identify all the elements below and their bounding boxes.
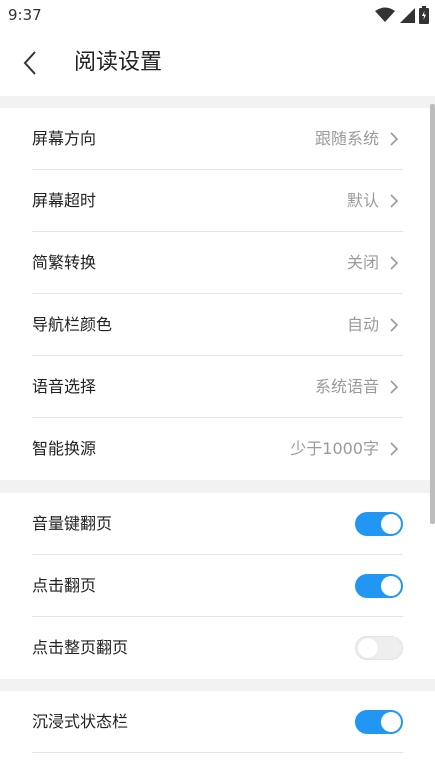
page-title: 阅读设置	[74, 50, 163, 75]
setting-navbar-color[interactable]: 导航栏颜色 自动	[32, 294, 403, 356]
setting-label: 点击整页翻页	[32, 638, 129, 657]
setting-label: 屏幕方向	[32, 129, 97, 148]
toggle-knob	[381, 514, 401, 534]
back-button[interactable]	[18, 49, 46, 77]
settings-group-page-turn: 音量键翻页 点击翻页 点击整页翻页	[0, 493, 430, 679]
setting-label: 智能换源	[32, 439, 97, 458]
chevron-right-icon	[390, 380, 399, 394]
setting-label: 简繁转换	[32, 253, 97, 272]
battery-icon	[419, 6, 429, 24]
setting-immersive-status-bar: 沉浸式状态栏	[32, 691, 403, 753]
back-arrow-icon	[23, 51, 36, 75]
toggle-knob	[358, 638, 378, 658]
tap-full-page-turn-toggle[interactable]	[355, 636, 403, 660]
setting-label: 点击翻页	[32, 576, 97, 595]
setting-value: 少于1000字	[290, 439, 379, 458]
status-bar: 9:37	[0, 0, 435, 30]
setting-volume-key-turn: 音量键翻页	[32, 493, 403, 555]
setting-label: 语音选择	[32, 377, 97, 396]
tap-turn-toggle[interactable]	[355, 574, 403, 598]
setting-value: 自动	[346, 315, 379, 334]
chevron-right-icon	[390, 194, 399, 208]
toggle-knob	[381, 712, 401, 732]
section-divider	[0, 96, 435, 108]
setting-tap-turn: 点击翻页	[32, 555, 403, 617]
setting-chinese-conversion[interactable]: 简繁转换 关闭	[32, 232, 403, 294]
setting-screen-timeout[interactable]: 屏幕超时 默认	[32, 170, 403, 232]
setting-label: 导航栏颜色	[32, 315, 113, 334]
volume-key-turn-toggle[interactable]	[355, 512, 403, 536]
setting-label: 音量键翻页	[32, 514, 113, 533]
setting-value: 默认	[346, 191, 379, 210]
setting-value: 跟随系统	[314, 129, 379, 148]
toggle-knob	[381, 576, 401, 596]
section-divider	[0, 679, 435, 691]
setting-smart-source-switch[interactable]: 智能换源 少于1000字	[32, 418, 403, 480]
status-icons	[375, 6, 429, 24]
setting-value: 关闭	[346, 253, 379, 272]
section-divider	[0, 480, 435, 493]
chevron-right-icon	[390, 256, 399, 270]
setting-label: 沉浸式状态栏	[32, 712, 129, 731]
immersive-status-bar-toggle[interactable]	[355, 710, 403, 734]
chevron-right-icon	[390, 318, 399, 332]
signal-icon	[400, 8, 415, 23]
scrollbar[interactable]	[430, 104, 435, 524]
app-bar: 阅读设置	[0, 30, 435, 96]
status-time: 9:37	[8, 6, 42, 24]
setting-label: 屏幕超时	[32, 191, 97, 210]
wifi-icon	[375, 7, 395, 22]
chevron-right-icon	[390, 442, 399, 456]
setting-screen-orientation[interactable]: 屏幕方向 跟随系统	[32, 108, 403, 170]
setting-value: 系统语音	[314, 377, 379, 396]
setting-voice-selection[interactable]: 语音选择 系统语音	[32, 356, 403, 418]
setting-tap-full-page-turn: 点击整页翻页	[32, 617, 403, 679]
settings-group-status-bar: 沉浸式状态栏	[0, 691, 430, 753]
chevron-right-icon	[390, 132, 399, 146]
settings-group-display: 屏幕方向 跟随系统 屏幕超时 默认 简繁转换 关闭 导航栏颜色 自动 语音选择 …	[0, 108, 430, 480]
